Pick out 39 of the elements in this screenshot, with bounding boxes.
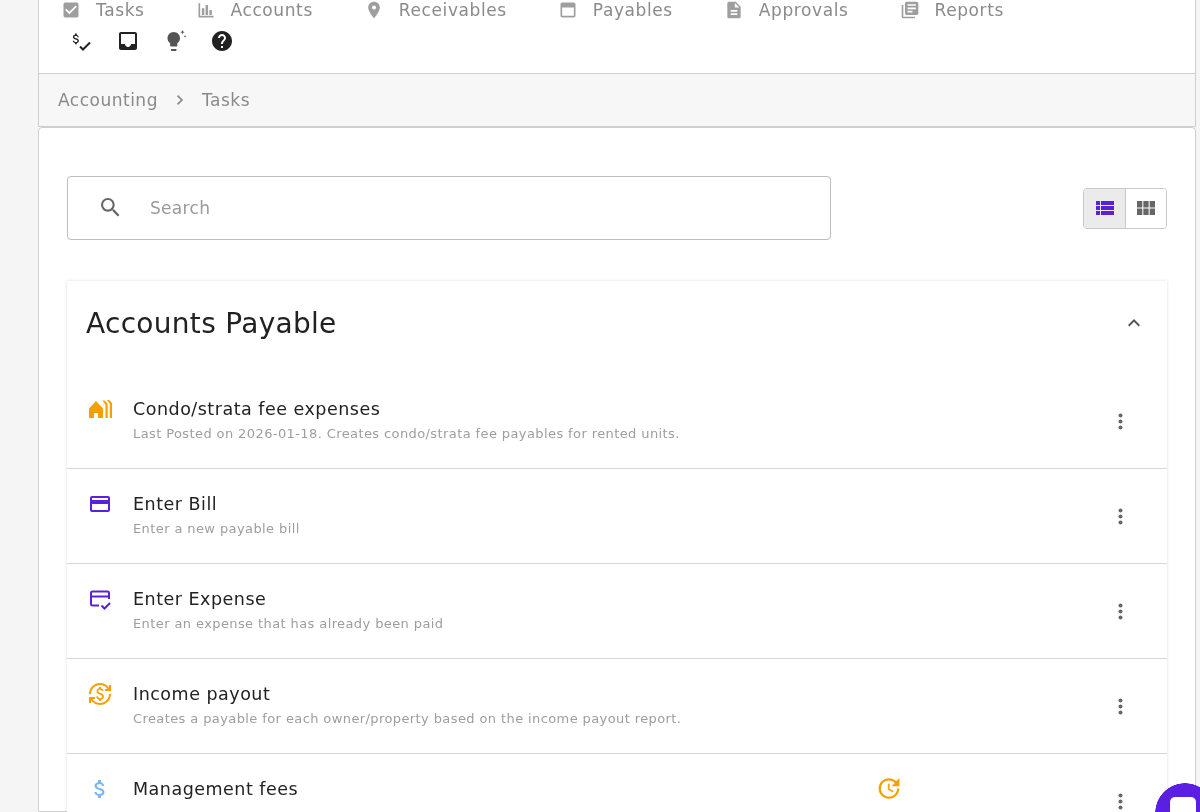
task-description: Creates a payable for each owner/property based on the income payout report. xyxy=(133,711,682,727)
list-view-button[interactable] xyxy=(1084,188,1125,228)
task-title: Enter Expense xyxy=(133,588,267,610)
task-description: Enter a new payable bill xyxy=(133,521,300,537)
task-title: Management fees xyxy=(133,778,299,800)
task-row[interactable]: Condo/strata fee expenses Last Posted on 2026-01-18. Creates condo/strata fee payables for rented units. xyxy=(67,374,1167,469)
task-row[interactable]: Enter Expense Enter an expense that has already been paid xyxy=(67,564,1167,659)
chevron-right-icon xyxy=(175,94,184,106)
task-title: Income payout xyxy=(133,683,271,705)
nav-tab[interactable]: Receivables xyxy=(362,0,507,20)
nav-tab[interactable]: Payables xyxy=(556,0,673,20)
floating-button[interactable] xyxy=(1155,783,1200,812)
task-title: Condo/strata fee expenses xyxy=(133,398,381,420)
search-icon xyxy=(101,198,120,217)
task-description: Enter an expense that has already been paid xyxy=(133,616,444,632)
grid-icon xyxy=(1137,201,1155,215)
task-row[interactable]: Enter Bill Enter a new payable bill xyxy=(67,469,1167,564)
task-description: Last Posted on 2026-01-18. Creates condo/strata fee payables for rented units. xyxy=(133,426,680,442)
more-options-icon[interactable] xyxy=(1117,793,1123,810)
nav-tab[interactable]: Tasks xyxy=(60,0,145,20)
breadcrumb-link[interactable]: Accounting xyxy=(58,90,158,110)
section-title: Accounts Payable xyxy=(86,306,337,340)
inbox-icon[interactable] xyxy=(116,29,140,53)
more-options-icon[interactable] xyxy=(1117,412,1123,430)
breadcrumb-current: Tasks xyxy=(201,90,250,110)
chevron-icon[interactable] xyxy=(1128,319,1140,327)
search-field[interactable]: Search xyxy=(67,176,831,240)
nav-tab[interactable]: Reports xyxy=(898,0,1004,20)
nav-tab[interactable]: Accounts xyxy=(194,0,313,20)
task-title: Enter Bill xyxy=(133,493,218,515)
more-options-icon[interactable] xyxy=(1117,602,1123,620)
task-row[interactable]: Income payout Creates a payable for each owner/property based on the income payout report. xyxy=(67,659,1167,754)
list-icon xyxy=(1095,201,1114,215)
more-options-icon[interactable] xyxy=(1117,697,1123,715)
grid-view-button[interactable] xyxy=(1125,188,1166,228)
nav-tab[interactable]: Approvals xyxy=(722,0,849,20)
more-options-icon[interactable] xyxy=(1117,507,1123,525)
help-icon[interactable] xyxy=(210,29,234,53)
task-row[interactable]: Management fees xyxy=(67,754,1167,812)
